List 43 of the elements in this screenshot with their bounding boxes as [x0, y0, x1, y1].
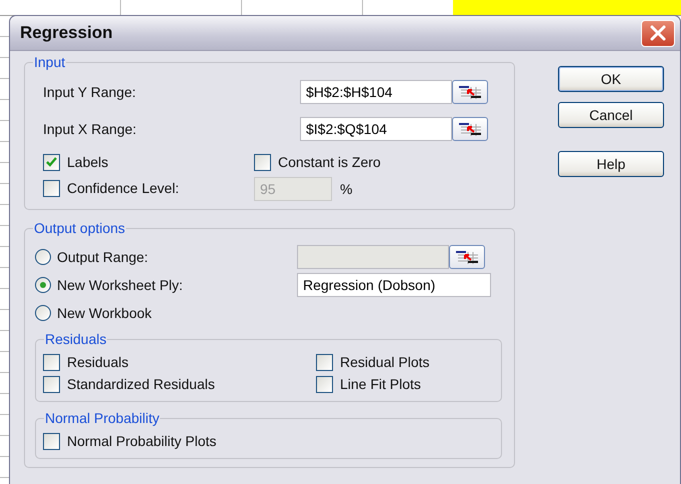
- collapse-dialog-icon: [457, 120, 483, 136]
- field-label: Input Y Range:: [43, 84, 137, 100]
- checkbox-label: Standardized Residuals: [67, 376, 215, 392]
- checkbox-label: Residual Plots: [340, 354, 430, 370]
- checkbox-label: Line Fit Plots: [340, 376, 421, 392]
- checkbox[interactable]: [43, 354, 60, 370]
- radio-button[interactable]: [35, 277, 51, 293]
- input-field[interactable]: Regression (Dobson): [297, 273, 491, 297]
- checkbox-label: Normal Probability Plots: [67, 433, 216, 449]
- range-picker-button[interactable]: [449, 245, 485, 269]
- checkbox-label: Confidence Level:: [67, 180, 180, 196]
- collapse-dialog-icon: [457, 84, 483, 100]
- radio-label: New Worksheet Ply:: [57, 277, 184, 293]
- radio-button[interactable]: [35, 249, 51, 265]
- field-label: Input X Range:: [43, 120, 138, 136]
- collapse-dialog-icon: [454, 249, 480, 265]
- window-title: Regression: [20, 23, 113, 43]
- range-picker-button[interactable]: [452, 116, 488, 140]
- dialog-button[interactable]: OK: [558, 66, 664, 92]
- checkbox[interactable]: [316, 376, 333, 392]
- group-title: Normal Probability: [44, 410, 160, 426]
- checkbox[interactable]: [254, 154, 271, 170]
- radio-button[interactable]: [35, 305, 51, 321]
- group-title: Residuals: [44, 331, 108, 347]
- checkbox-label: Residuals: [67, 354, 128, 370]
- checkbox[interactable]: [316, 354, 333, 370]
- unit-label: %: [340, 181, 352, 197]
- checkbox[interactable]: [43, 376, 60, 392]
- input-field[interactable]: $I$2:$Q$104: [300, 116, 452, 140]
- close-icon: [649, 24, 667, 42]
- checkbox[interactable]: [43, 154, 60, 170]
- group-title: Input: [33, 54, 66, 70]
- checkbox-label: Labels: [67, 154, 108, 170]
- dialog-button[interactable]: Cancel: [558, 102, 664, 128]
- dialog-button[interactable]: Help: [558, 151, 664, 177]
- radio-label: New Workbook: [57, 305, 153, 321]
- checkbox-label: Constant is Zero: [278, 154, 381, 170]
- radio-label: Output Range:: [57, 249, 150, 265]
- close-button[interactable]: [641, 20, 675, 46]
- checkbox[interactable]: [43, 432, 60, 450]
- range-picker-button[interactable]: [452, 80, 488, 104]
- group-title: Output options: [33, 220, 126, 236]
- input-field[interactable]: $H$2:$H$104: [300, 80, 452, 104]
